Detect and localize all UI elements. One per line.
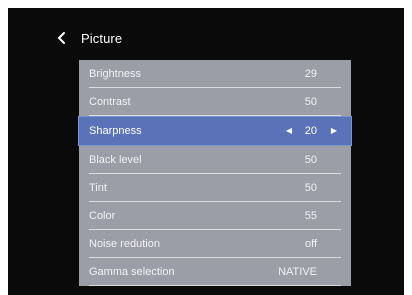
menu-item-contrast[interactable]: Contrast 50	[79, 88, 351, 116]
menu-item-value: 55	[304, 210, 317, 222]
divider	[89, 115, 341, 116]
menu-item-value: 20	[304, 125, 317, 137]
settings-menu: Brightness 29 Contrast 50 Sharpness ◀ 20…	[78, 60, 352, 286]
menu-item-value: 50	[304, 154, 317, 166]
menu-item-noise-reduction[interactable]: Noise redution off	[79, 230, 351, 258]
chevron-left-icon[interactable]	[55, 31, 69, 45]
menu-item-label: Noise redution	[89, 238, 160, 250]
menu-item-brightness[interactable]: Brightness 29	[79, 60, 351, 88]
menu-item-value: off	[304, 238, 317, 250]
osd-screen: Picture Brightness 29 Contrast 50 Sharpn…	[8, 8, 404, 295]
menu-item-value: 50	[304, 96, 317, 108]
menu-item-sharpness[interactable]: Sharpness ◀ 20 ▶	[78, 116, 352, 146]
menu-item-black-level[interactable]: Black level 50	[79, 146, 351, 174]
menu-item-label: Sharpness	[89, 125, 142, 137]
menu-item-label: Brightness	[89, 68, 141, 80]
menu-item-label: Color	[89, 210, 116, 222]
menu-item-value: 50	[304, 182, 317, 194]
page-title: Picture	[81, 30, 123, 46]
divider	[89, 285, 341, 286]
decrease-arrow-icon[interactable]: ◀	[286, 117, 292, 145]
menu-item-value: 29	[304, 68, 317, 80]
menu-item-tint[interactable]: Tint 50	[79, 174, 351, 202]
menu-item-value: NATIVE	[278, 266, 317, 278]
menu-item-color[interactable]: Color 55	[79, 202, 351, 230]
menu-item-label: Gamma selection	[89, 266, 175, 278]
menu-item-label: Black level	[89, 154, 142, 166]
increase-arrow-icon[interactable]: ▶	[331, 117, 337, 145]
menu-item-gamma-selection[interactable]: Gamma selection NATIVE	[79, 258, 351, 286]
menu-item-label: Tint	[89, 182, 107, 194]
osd-header: Picture	[55, 29, 122, 47]
menu-item-label: Contrast	[89, 96, 131, 108]
